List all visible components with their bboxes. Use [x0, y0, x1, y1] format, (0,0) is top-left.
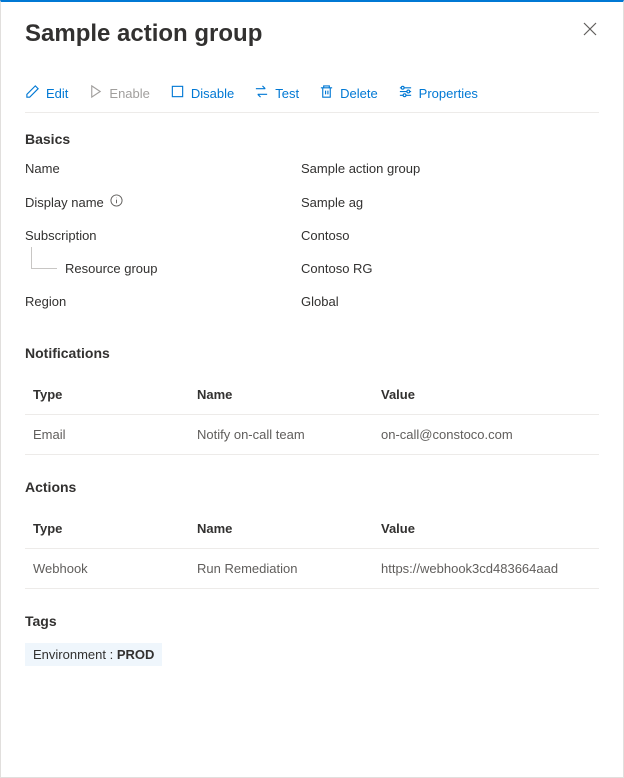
trash-icon [319, 84, 334, 102]
disable-label: Disable [191, 86, 234, 101]
col-name-header: Name [197, 387, 381, 402]
col-name-header: Name [197, 521, 381, 536]
notification-name: Notify on-call team [197, 427, 381, 442]
notification-type: Email [33, 427, 197, 442]
delete-button[interactable]: Delete [319, 84, 378, 102]
col-type-header: Type [33, 387, 197, 402]
edit-button[interactable]: Edit [25, 84, 68, 102]
test-button[interactable]: Test [254, 84, 299, 102]
tree-connector-icon [31, 247, 57, 269]
table-row[interactable]: Email Notify on-call team on-call@consto… [25, 415, 599, 455]
basics-region-value: Global [301, 294, 339, 309]
tag-key: Environment [33, 647, 106, 662]
play-icon [88, 84, 103, 102]
enable-button: Enable [88, 84, 149, 102]
basics-displayname-label: Display name [25, 194, 301, 210]
basics-name-label: Name [25, 161, 301, 176]
action-type: Webhook [33, 561, 197, 576]
basics-resourcegroup-label: Resource group [25, 261, 301, 276]
tag-sep: : [106, 647, 117, 662]
disable-button[interactable]: Disable [170, 84, 234, 102]
sliders-icon [398, 84, 413, 102]
actions-table: Type Name Value Webhook Run Remediation … [25, 509, 599, 589]
toolbar: Edit Enable Disable Test Delete [25, 84, 599, 113]
panel-title: Sample action group [25, 20, 262, 48]
info-icon[interactable] [110, 194, 123, 210]
action-name: Run Remediation [197, 561, 381, 576]
test-label: Test [275, 86, 299, 101]
section-tags-title: Tags [25, 613, 599, 629]
tag-value: PROD [117, 647, 155, 662]
table-row[interactable]: Webhook Run Remediation https://webhook3… [25, 549, 599, 589]
basics-name-value: Sample action group [301, 161, 420, 176]
basics-subscription-value: Contoso [301, 228, 349, 243]
enable-label: Enable [109, 86, 149, 101]
section-actions-title: Actions [25, 479, 599, 495]
tag-chip[interactable]: Environment : PROD [25, 643, 162, 666]
section-notifications-title: Notifications [25, 345, 599, 361]
notifications-header: Type Name Value [25, 375, 599, 415]
section-basics-title: Basics [25, 131, 599, 147]
edit-label: Edit [46, 86, 68, 101]
basics-resourcegroup-value: Contoso RG [301, 261, 373, 276]
action-value: https://webhook3cd483664aad [381, 561, 591, 576]
col-value-header: Value [381, 387, 591, 402]
basics-displayname-value: Sample ag [301, 195, 363, 210]
col-type-header: Type [33, 521, 197, 536]
basics-region-label: Region [25, 294, 301, 309]
close-button[interactable] [581, 20, 599, 41]
notification-value: on-call@constoco.com [381, 427, 591, 442]
close-icon [583, 24, 597, 39]
stop-icon [170, 84, 185, 102]
notifications-table: Type Name Value Email Notify on-call tea… [25, 375, 599, 455]
delete-label: Delete [340, 86, 378, 101]
basics-subscription-label: Subscription [25, 228, 301, 243]
pencil-icon [25, 84, 40, 102]
col-value-header: Value [381, 521, 591, 536]
properties-button[interactable]: Properties [398, 84, 478, 102]
actions-header: Type Name Value [25, 509, 599, 549]
swap-icon [254, 84, 269, 102]
properties-label: Properties [419, 86, 478, 101]
